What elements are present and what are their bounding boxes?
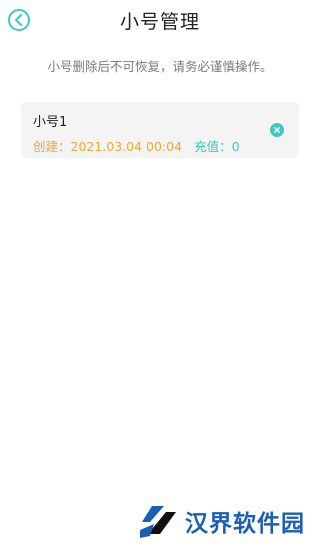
- close-icon: [274, 127, 280, 133]
- recharge-amount: 充值：0: [194, 139, 240, 154]
- delete-sub-account-button[interactable]: [270, 123, 284, 137]
- watermark: 汉界软件园: [138, 500, 308, 540]
- sub-account-name: 小号1: [33, 115, 68, 130]
- watermark-text: 汉界软件园: [185, 511, 305, 537]
- sub-account-meta: 创建：2021.03.04 00:04 充值：0: [33, 136, 240, 155]
- watermark-logo-icon: [140, 506, 176, 538]
- created-time: 创建：2021.03.04 00:04: [33, 139, 183, 154]
- page-title: 小号管理: [119, 11, 200, 33]
- sub-account-card: 小号1 创建：2021.03.04 00:04 充值：0: [21, 102, 299, 158]
- delete-warning-text: 小号删除后不可恢复，请务必谨慎操作。: [47, 59, 273, 74]
- header-bar: 小号管理: [0, 0, 320, 42]
